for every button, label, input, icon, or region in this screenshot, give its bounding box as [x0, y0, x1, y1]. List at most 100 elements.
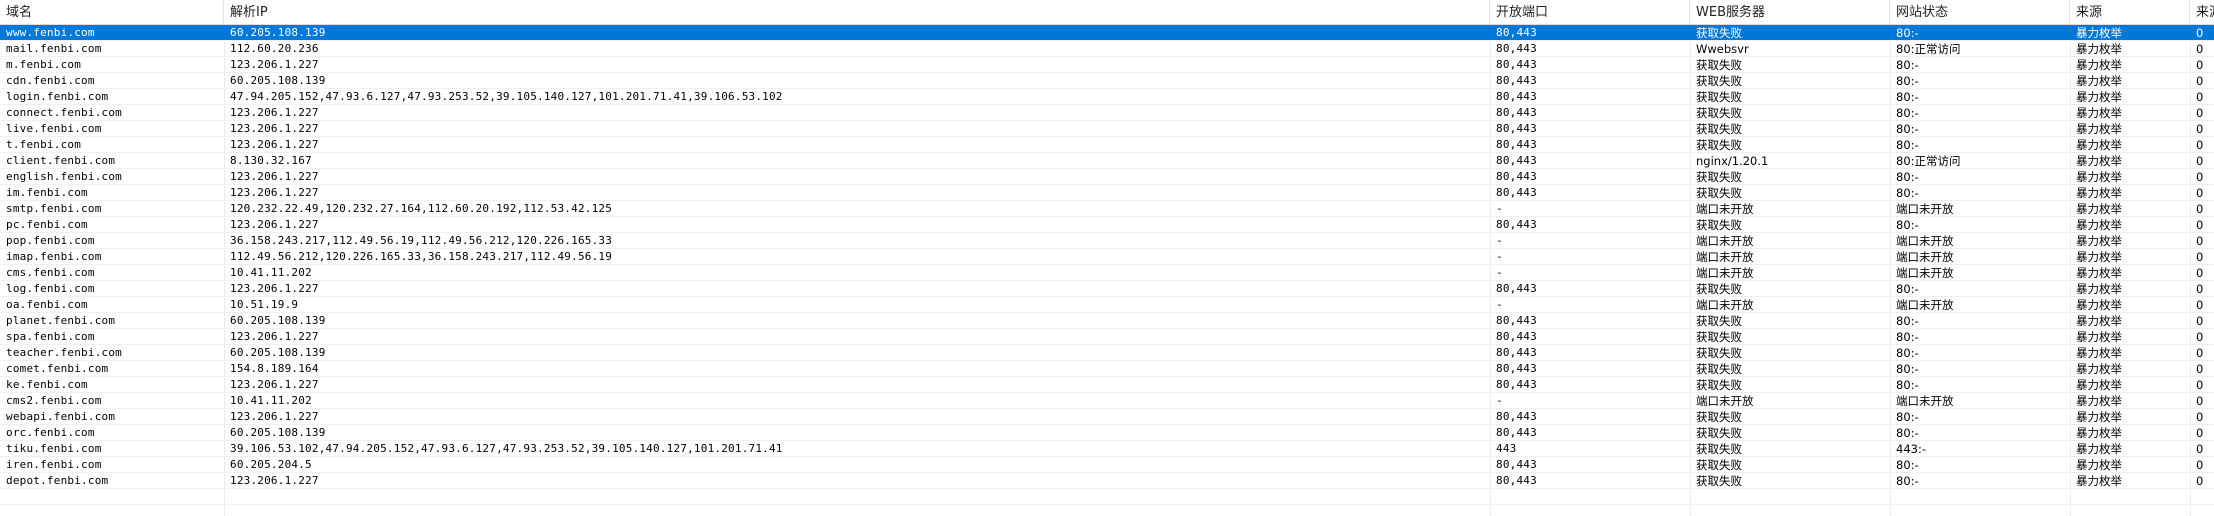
source-cell: 暴力枚举 — [2076, 154, 2122, 168]
source-count-cell: 0 — [2196, 378, 2204, 392]
site-status-cell: 80:- — [1896, 314, 1919, 328]
column-header-source[interactable]: 来源 — [2070, 0, 2190, 24]
domain-cell: m.fenbi.com — [6, 58, 82, 71]
table-row[interactable]: orc.fenbi.com 60.205.108.139 80,443 获取失败 80:… — [0, 425, 2214, 441]
table-row[interactable]: planet.fenbi.com 60.205.108.139 80,443 获取失败… — [0, 313, 2214, 329]
source-count-cell: 0 — [2196, 298, 2204, 312]
domain-cell: cms.fenbi.com — [6, 266, 95, 279]
ports-cell: 80,443 — [1496, 282, 1537, 295]
source-count-cell: 0 — [2196, 234, 2204, 248]
ip-cell: 60.205.108.139 — [230, 314, 326, 327]
table-row[interactable]: teacher.fenbi.com 60.205.108.139 80,443 获取失… — [0, 345, 2214, 361]
ip-cell: 123.206.1.227 — [230, 378, 319, 391]
source-cell: 暴力枚举 — [2076, 314, 2122, 328]
ip-cell: 60.205.108.139 — [230, 346, 326, 359]
column-header-resolved-ip[interactable]: 解析IP — [224, 0, 1490, 24]
site-status-cell: 80:正常访问 — [1896, 154, 1961, 168]
source-cell: 暴力枚举 — [2076, 426, 2122, 440]
web-server-cell: 端口未开放 — [1696, 250, 1754, 264]
web-server-cell: 获取失败 — [1696, 106, 1742, 120]
domain-cell: pop.fenbi.com — [6, 234, 95, 247]
web-server-cell: 获取失败 — [1696, 282, 1742, 296]
table-row[interactable]: mail.fenbi.com 112.60.20.236 80,443 Wwebsvr… — [0, 41, 2214, 57]
ports-cell: - — [1496, 394, 1503, 407]
table-row[interactable]: t.fenbi.com 123.206.1.227 80,443 获取失败 80:- 暴力… — [0, 137, 2214, 153]
table-row[interactable]: spa.fenbi.com 123.206.1.227 80,443 获取失败 80:-… — [0, 329, 2214, 345]
table-row[interactable]: imap.fenbi.com 112.49.56.212,120.226.165.… — [0, 249, 2214, 265]
ports-cell: 443 — [1496, 442, 1517, 455]
site-status-cell: 80:- — [1896, 346, 1919, 360]
source-cell: 暴力枚举 — [2076, 106, 2122, 120]
table-row[interactable]: login.fenbi.com 47.94.205.152,47.93.6.127… — [0, 89, 2214, 105]
domain-cell: client.fenbi.com — [6, 154, 116, 167]
site-status-cell: 80:- — [1896, 474, 1919, 488]
table-row[interactable]: log.fenbi.com 123.206.1.227 80,443 获取失败 80:-… — [0, 281, 2214, 297]
ip-cell: 8.130.32.167 — [230, 154, 312, 167]
column-header-open-ports[interactable]: 开放端口 — [1490, 0, 1690, 24]
source-cell: 暴力枚举 — [2076, 202, 2122, 216]
ip-cell: 123.206.1.227 — [230, 218, 319, 231]
table-row[interactable]: comet.fenbi.com 154.8.189.164 80,443 获取失败 80… — [0, 361, 2214, 377]
site-status-cell: 80:正常访问 — [1896, 42, 1961, 56]
ports-cell: 80,443 — [1496, 378, 1537, 391]
source-cell: 暴力枚举 — [2076, 138, 2122, 152]
site-status-cell: 80:- — [1896, 426, 1919, 440]
table-row[interactable]: im.fenbi.com 123.206.1.227 80,443 获取失败 80:- 暴… — [0, 185, 2214, 201]
ports-cell: - — [1496, 234, 1503, 247]
ip-cell: 10.41.11.202 — [230, 266, 312, 279]
ports-cell: 80,443 — [1496, 218, 1537, 231]
ports-cell: 80,443 — [1496, 42, 1537, 55]
table-row[interactable]: depot.fenbi.com 123.206.1.227 80,443 获取失败 80… — [0, 473, 2214, 489]
table-row[interactable]: iren.fenbi.com 60.205.204.5 80,443 获取失败 80:-… — [0, 457, 2214, 473]
column-header-site-status[interactable]: 网站状态 — [1890, 0, 2070, 24]
site-status-cell: 80:- — [1896, 186, 1919, 200]
ports-cell: 80,443 — [1496, 346, 1537, 359]
column-header-web-server[interactable]: WEB服务器 — [1690, 0, 1890, 24]
site-status-cell: 80:- — [1896, 378, 1919, 392]
table-row[interactable]: oa.fenbi.com 10.51.19.9 - 端口未开放 端口未开放 暴力枚举 0 — [0, 297, 2214, 313]
ip-cell: 123.206.1.227 — [230, 58, 319, 71]
site-status-cell: 端口未开放 — [1896, 394, 1954, 408]
site-status-cell: 端口未开放 — [1896, 266, 1954, 280]
table-row[interactable]: ke.fenbi.com 123.206.1.227 80,443 获取失败 80:- 暴… — [0, 377, 2214, 393]
table-row[interactable]: m.fenbi.com 123.206.1.227 80,443 获取失败 80:- 暴力… — [0, 57, 2214, 73]
table-row[interactable]: live.fenbi.com 123.206.1.227 80,443 获取失败 80:… — [0, 121, 2214, 137]
table-row[interactable]: www.fenbi.com 60.205.108.139 80,443 获取失败 80:… — [0, 25, 2214, 41]
table-row[interactable]: cms2.fenbi.com 10.41.11.202 - 端口未开放 端口未开放 暴力枚… — [0, 393, 2214, 409]
ip-cell: 123.206.1.227 — [230, 170, 319, 183]
ip-cell: 60.205.108.139 — [230, 26, 326, 39]
table-row[interactable]: connect.fenbi.com 123.206.1.227 80,443 获取失败… — [0, 105, 2214, 121]
table-row[interactable]: pop.fenbi.com 36.158.243.217,112.49.56.19… — [0, 233, 2214, 249]
ip-cell: 10.41.11.202 — [230, 394, 312, 407]
source-cell: 暴力枚举 — [2076, 362, 2122, 376]
web-server-cell: 获取失败 — [1696, 458, 1742, 472]
table-row[interactable]: english.fenbi.com 123.206.1.227 80,443 获取失败… — [0, 169, 2214, 185]
source-cell: 暴力枚举 — [2076, 442, 2122, 456]
site-status-cell: 端口未开放 — [1896, 298, 1954, 312]
ports-cell: 80,443 — [1496, 90, 1537, 103]
column-header-source-2[interactable]: 来源 — [2190, 0, 2214, 24]
site-status-cell: 80:- — [1896, 362, 1919, 376]
ports-cell: 80,443 — [1496, 330, 1537, 343]
source-count-cell: 0 — [2196, 282, 2204, 296]
site-status-cell: 80:- — [1896, 410, 1919, 424]
ports-cell: 80,443 — [1496, 426, 1537, 439]
table-row[interactable]: cdn.fenbi.com 60.205.108.139 80,443 获取失败 80:… — [0, 73, 2214, 89]
source-count-cell: 0 — [2196, 314, 2204, 328]
table-row[interactable]: tiku.fenbi.com 39.106.53.102,47.94.205.15… — [0, 441, 2214, 457]
table-row[interactable]: pc.fenbi.com 123.206.1.227 80,443 获取失败 80:- 暴… — [0, 217, 2214, 233]
table-row[interactable]: client.fenbi.com 8.130.32.167 80,443 nginx/… — [0, 153, 2214, 169]
web-server-cell: 获取失败 — [1696, 138, 1742, 152]
column-header-domain[interactable]: 域名 — [0, 0, 224, 24]
source-cell: 暴力枚举 — [2076, 90, 2122, 104]
source-cell: 暴力枚举 — [2076, 58, 2122, 72]
web-server-cell: 获取失败 — [1696, 442, 1742, 456]
source-cell: 暴力枚举 — [2076, 234, 2122, 248]
ip-cell: 60.205.108.139 — [230, 426, 326, 439]
table-row[interactable]: webapi.fenbi.com 123.206.1.227 80,443 获取失败 8… — [0, 409, 2214, 425]
ip-cell: 47.94.205.152,47.93.6.127,47.93.253.52,3… — [230, 90, 783, 103]
table-row[interactable]: smtp.fenbi.com 120.232.22.49,120.232.27.1… — [0, 201, 2214, 217]
table-row[interactable]: cms.fenbi.com 10.41.11.202 - 端口未开放 端口未开放 暴力枚举… — [0, 265, 2214, 281]
domain-cell: spa.fenbi.com — [6, 330, 95, 343]
web-server-cell: 获取失败 — [1696, 410, 1742, 424]
